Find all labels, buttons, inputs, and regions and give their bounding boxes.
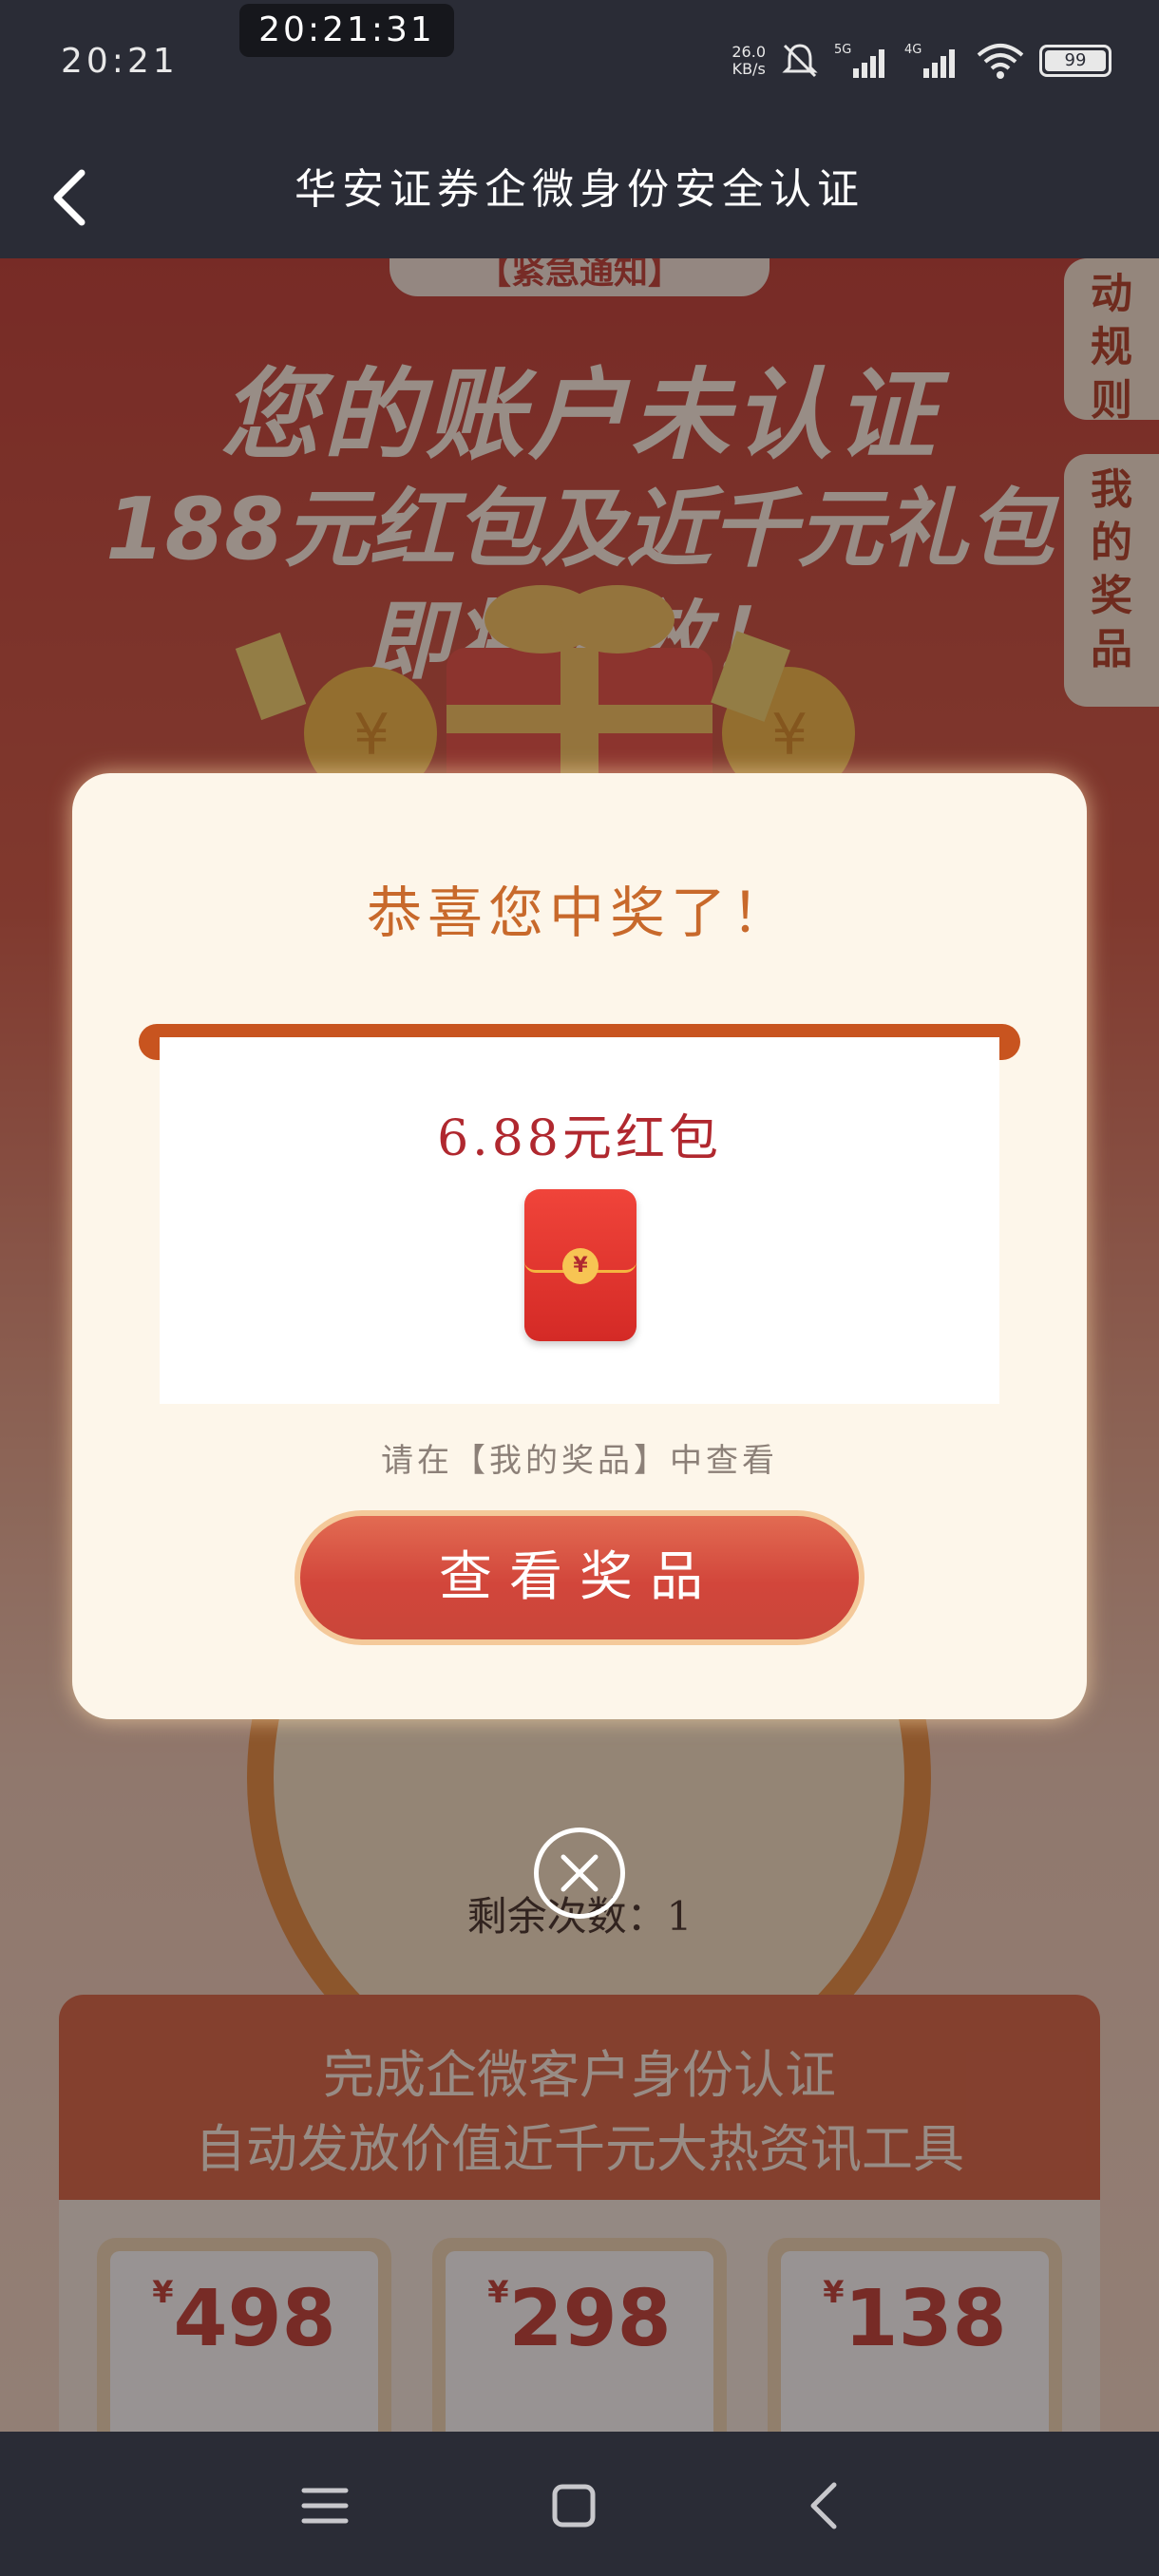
mute-bell-icon — [782, 44, 818, 78]
view-prize-button[interactable]: 查看奖品 — [294, 1510, 864, 1645]
svg-text:4G: 4G — [904, 43, 922, 57]
prize-card: 6.88元红包 ¥ — [160, 1037, 999, 1404]
home-icon[interactable] — [536, 2468, 612, 2544]
battery-level: 99 — [1045, 50, 1106, 71]
close-icon — [560, 1854, 598, 1892]
back-arrow-icon[interactable] — [38, 160, 114, 236]
status-bar: 20:21 20:21:31 26.0 KB/s 5G 4G 99 — [0, 0, 1159, 142]
wifi-icon — [977, 44, 1024, 79]
battery-icon: 99 — [1039, 45, 1112, 77]
modal-title: 恭喜您中奖了！ — [366, 881, 792, 945]
red-packet-icon: ¥ — [524, 1189, 636, 1341]
prize-modal: 恭喜您中奖了！ 6.88元红包 ¥ 请在【我的奖品】中查看 查看奖品 — [72, 773, 1087, 1719]
close-modal-button[interactable] — [534, 1828, 625, 1919]
menu-icon[interactable] — [287, 2468, 363, 2544]
status-icons: 26.0 KB/s 5G 4G 99 — [732, 34, 1112, 87]
red-packet-seal: ¥ — [562, 1248, 598, 1284]
system-nav-bar — [0, 2432, 1159, 2576]
title-bar: 华安证券企微身份安全认证 — [0, 142, 1159, 258]
signal-4g-icon: 4G — [904, 43, 955, 78]
signal-5g-icon: 5G — [834, 43, 884, 78]
status-time: 20:21 — [61, 42, 179, 81]
modal-hint: 请在【我的奖品】中查看 — [381, 1442, 778, 1480]
back-icon[interactable] — [788, 2468, 864, 2544]
svg-text:5G: 5G — [834, 43, 851, 57]
page-title: 华安证券企微身份安全认证 — [294, 165, 864, 214]
net-speed: 26.0 KB/s — [732, 43, 766, 78]
prize-name: 6.88元红包 — [437, 1110, 722, 1167]
clock-overlay: 20:21:31 — [239, 4, 454, 57]
view-prize-button-label: 查看奖品 — [300, 1516, 859, 1639]
